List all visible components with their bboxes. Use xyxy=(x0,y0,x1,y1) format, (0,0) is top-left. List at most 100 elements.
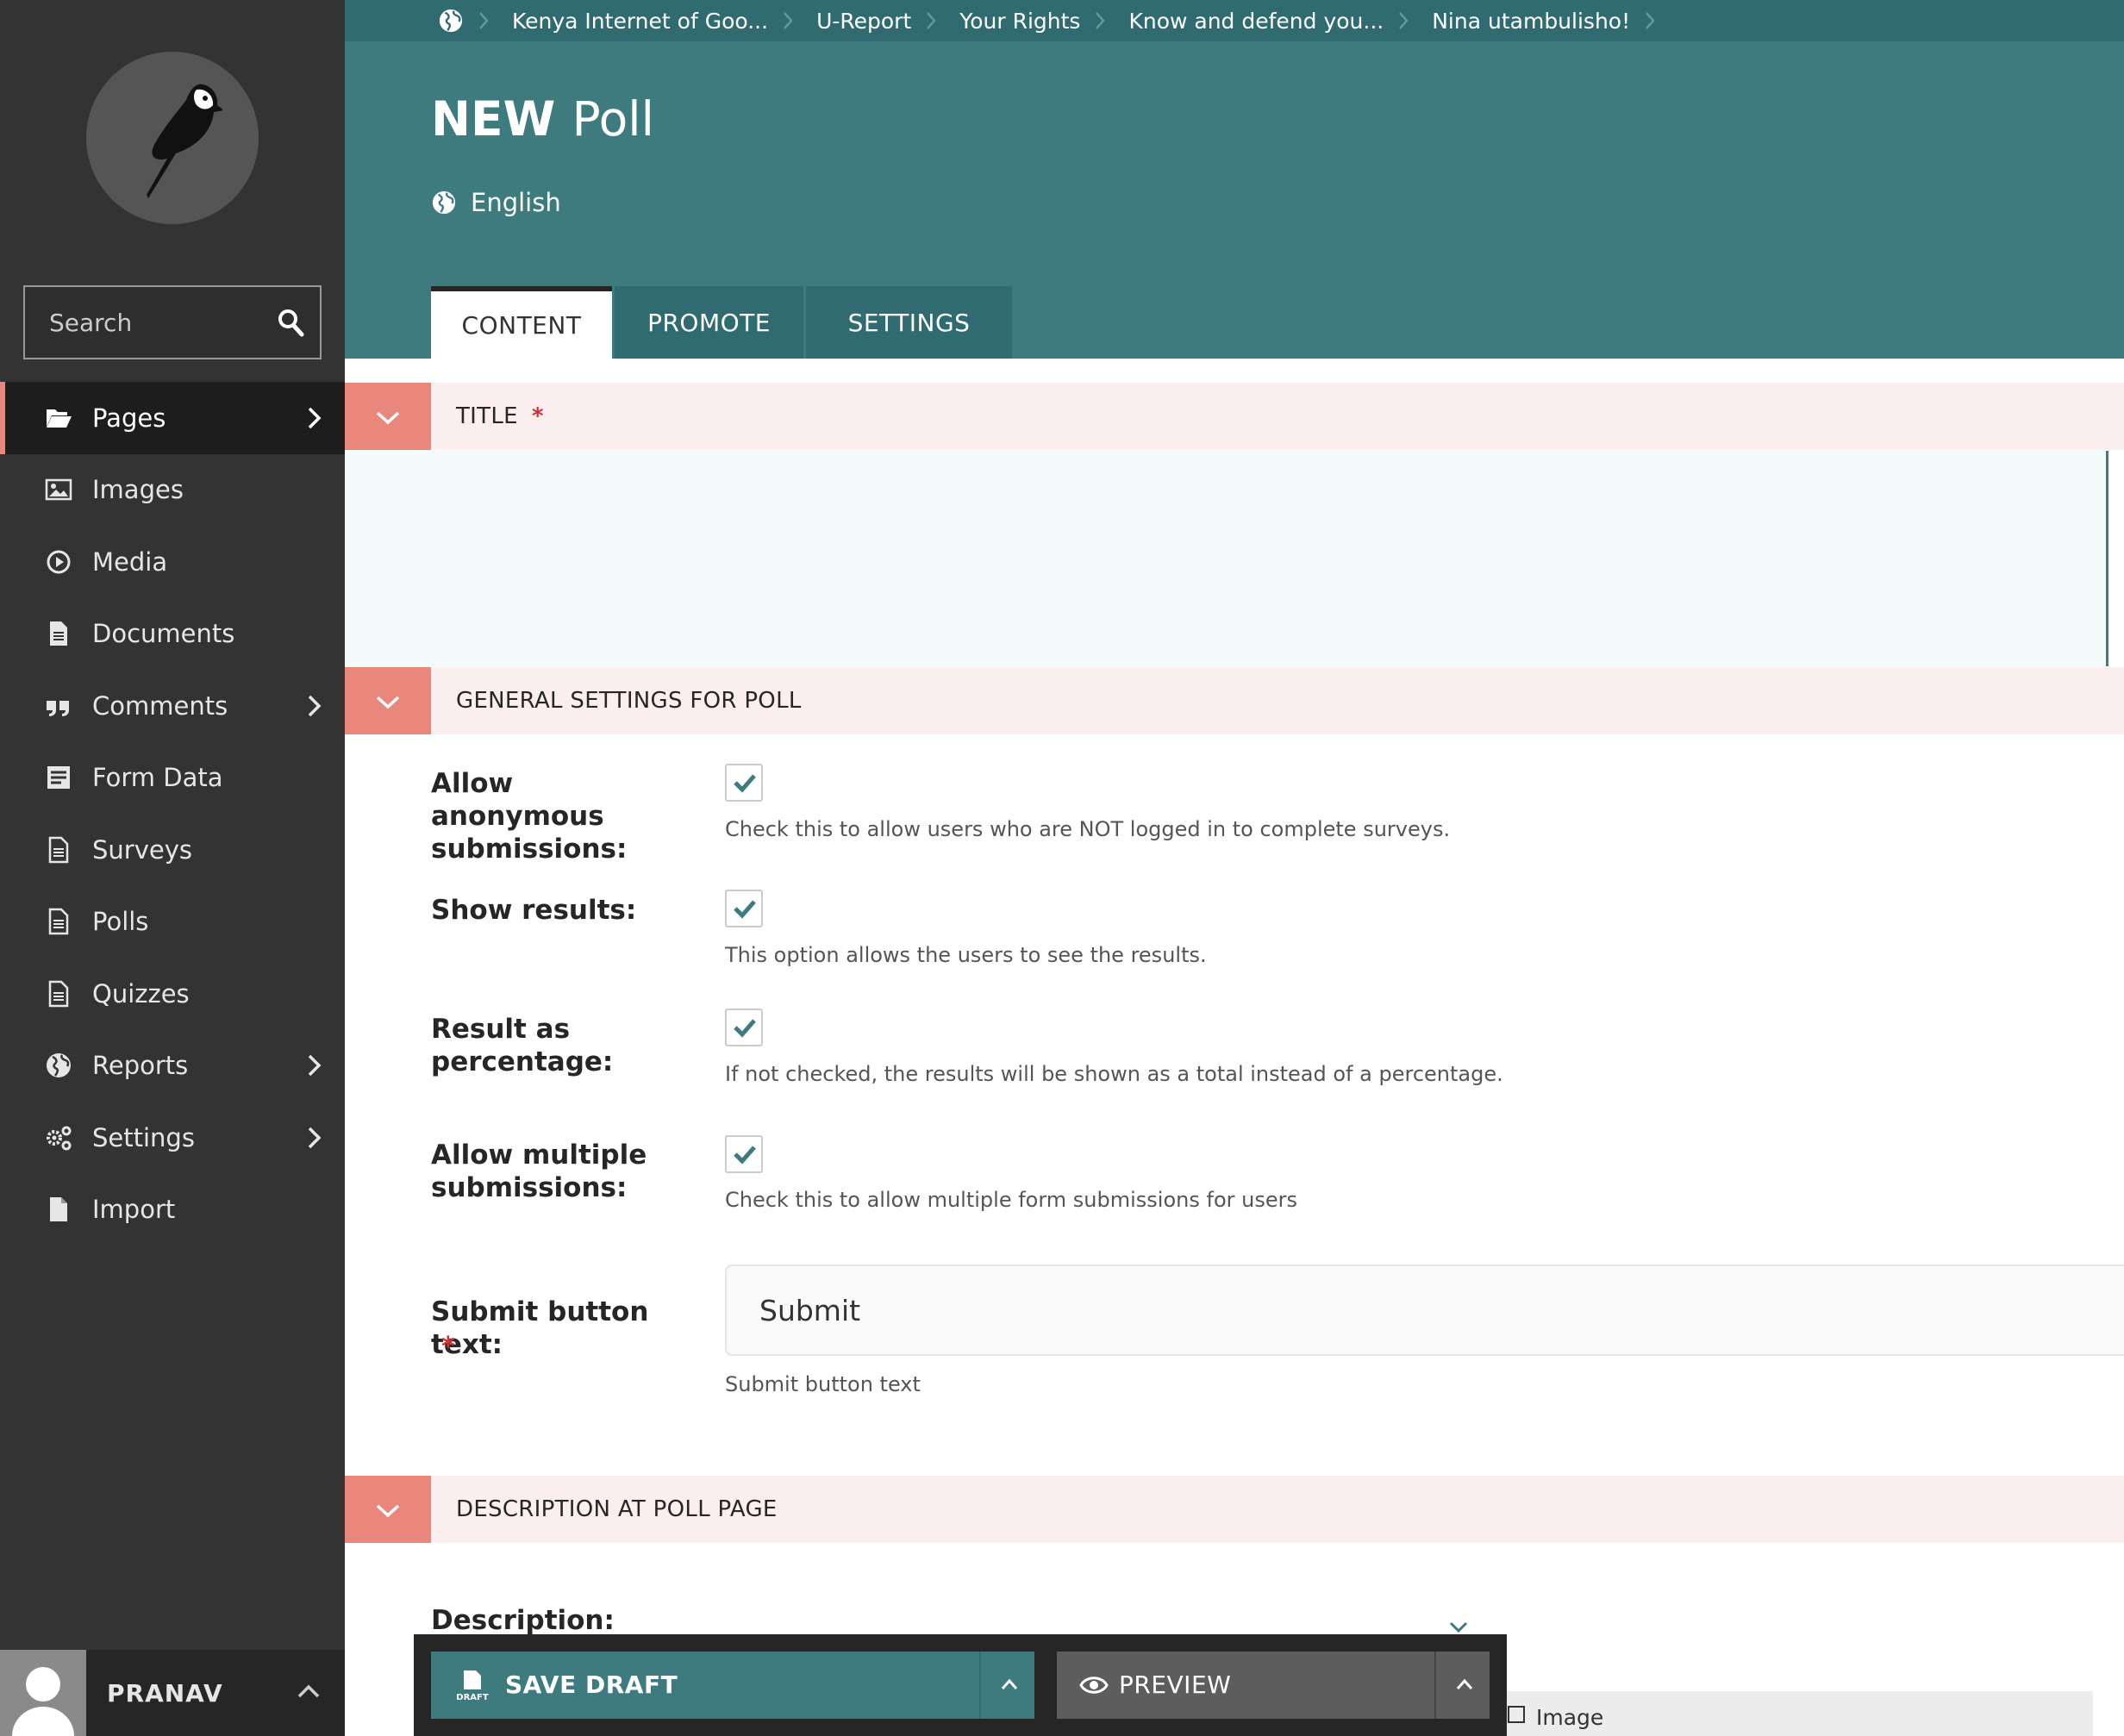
save-draft-button[interactable]: DRAFT SAVE DRAFT xyxy=(431,1652,979,1719)
anonymous-help: Check this to allow users who are NOT lo… xyxy=(725,817,1451,841)
panel-label: DESCRIPTION AT POLL PAGE xyxy=(456,1496,778,1522)
title-field xyxy=(345,451,2108,666)
form-icon xyxy=(47,766,70,790)
breadcrumb: Kenya Internet of Goo... U-Report Your R… xyxy=(345,0,2124,41)
required-marker: * xyxy=(531,403,544,429)
panel-toggle-button[interactable] xyxy=(345,383,431,450)
folder-open-icon xyxy=(47,409,72,428)
search-icon[interactable] xyxy=(277,308,304,337)
wagtail-logo[interactable] xyxy=(86,52,259,224)
show-results-checkbox[interactable] xyxy=(725,890,763,927)
sidebar-item-label: Pages xyxy=(92,403,166,433)
sidebar-item-surveys[interactable]: Surveys xyxy=(0,814,345,886)
chevron-right-icon xyxy=(784,12,793,29)
sidebar-item-label: Media xyxy=(92,546,168,577)
chevron-up-icon[interactable] xyxy=(297,1683,321,1700)
locale-indicator: English xyxy=(431,188,561,217)
tab-promote[interactable]: PROMOTE xyxy=(615,286,803,359)
image-icon xyxy=(45,479,72,501)
panel-toggle-button[interactable] xyxy=(345,667,431,734)
avatar xyxy=(0,1650,86,1736)
chevron-right-icon xyxy=(308,1127,322,1148)
sidebar-item-label: Quizzes xyxy=(92,978,190,1009)
sidebar-item-label: Surveys xyxy=(92,834,192,865)
panel-general-header: GENERAL SETTINGS FOR POLL xyxy=(345,667,2124,734)
anonymous-checkbox[interactable] xyxy=(725,764,763,802)
breadcrumb-item[interactable]: U-Report xyxy=(816,0,959,41)
sidebar-item-polls[interactable]: Polls xyxy=(0,886,345,959)
tab-content[interactable]: CONTENT xyxy=(431,286,612,359)
sidebar-item-quizzes[interactable]: Quizzes xyxy=(0,958,345,1030)
breadcrumb-item[interactable]: Your Rights xyxy=(959,0,1128,41)
sidebar-item-import[interactable]: Import xyxy=(0,1174,345,1246)
tab-bar: CONTENT PROMOTE SETTINGS xyxy=(431,286,1015,359)
sidebar-item-media[interactable]: Media xyxy=(0,526,345,598)
chevron-right-icon xyxy=(927,12,936,29)
title-input[interactable] xyxy=(345,451,2106,666)
quote-icon xyxy=(47,700,69,716)
main-menu: Pages Images Media Documents Comments Fo… xyxy=(0,382,345,1246)
chevron-down-icon xyxy=(376,1504,400,1518)
breadcrumb-label: Nina utambulisho! xyxy=(1432,8,1631,34)
breadcrumb-label: Know and defend you... xyxy=(1128,8,1384,34)
breadcrumb-home[interactable] xyxy=(345,0,512,41)
panel-toggle-button[interactable] xyxy=(345,1476,431,1543)
page-title-bold: NEW xyxy=(431,91,556,147)
percentage-help: If not checked, the results will be show… xyxy=(725,1062,1503,1086)
account-menu[interactable]: PRANAV xyxy=(0,1650,345,1736)
collapse-icon[interactable] xyxy=(1448,1620,1469,1634)
search-input[interactable] xyxy=(25,287,266,358)
preview-more-button[interactable] xyxy=(1434,1652,1490,1719)
page-header: Kenya Internet of Goo... U-Report Your R… xyxy=(345,0,2124,359)
checkmark-icon xyxy=(734,1019,756,1038)
sidebar-item-settings[interactable]: Settings xyxy=(0,1102,345,1174)
sidebar-item-form-data[interactable]: Form Data xyxy=(0,742,345,815)
breadcrumb-item[interactable]: Know and defend you... xyxy=(1128,0,1432,41)
save-more-button[interactable] xyxy=(979,1652,1034,1719)
sidebar-item-label: Reports xyxy=(92,1051,189,1081)
percentage-label: Result as percentage: xyxy=(431,1014,614,1077)
panel-title-header: TITLE * xyxy=(345,383,2124,450)
doc-outline-icon xyxy=(48,909,69,935)
preview-button[interactable]: PREVIEW xyxy=(1057,1652,1434,1719)
globe-icon xyxy=(47,1053,71,1078)
rich-text-image-button[interactable]: Image xyxy=(1507,1691,2093,1736)
chevron-up-icon xyxy=(1001,1678,1018,1689)
sidebar-item-label: Import xyxy=(92,1195,176,1225)
breadcrumb-label: Kenya Internet of Goo... xyxy=(512,8,769,34)
submit-text-input[interactable] xyxy=(725,1265,2124,1356)
sidebar-item-label: Settings xyxy=(92,1122,195,1152)
percentage-checkbox[interactable] xyxy=(725,1009,763,1046)
show-results-label: Show results: xyxy=(431,895,637,926)
sidebar-item-images[interactable]: Images xyxy=(0,454,345,527)
draft-icon: DRAFT xyxy=(456,1670,489,1702)
breadcrumb-item[interactable]: Nina utambulisho! xyxy=(1432,0,1678,41)
chevron-right-icon xyxy=(1646,12,1655,29)
tab-settings[interactable]: SETTINGS xyxy=(806,286,1012,359)
globe-icon xyxy=(439,9,463,33)
sidebar-item-label: Polls xyxy=(92,907,149,937)
user-avatar-icon xyxy=(0,1650,86,1736)
page-title: NEW Poll xyxy=(431,91,654,147)
chevron-right-icon xyxy=(308,407,322,428)
action-bar: DRAFT SAVE DRAFT PREVIEW xyxy=(414,1634,1507,1736)
sidebar: Pages Images Media Documents Comments Fo… xyxy=(0,0,345,1736)
chevron-down-icon xyxy=(376,411,400,425)
eye-icon xyxy=(1079,1677,1109,1694)
draft-icon-text: DRAFT xyxy=(456,1693,489,1702)
media-play-icon xyxy=(47,550,71,574)
multiple-checkbox[interactable] xyxy=(725,1135,763,1173)
bird-logo-icon xyxy=(147,84,222,198)
panel-label: TITLE * xyxy=(456,403,544,429)
sidebar-item-pages[interactable]: Pages xyxy=(0,382,345,454)
sidebar-item-reports[interactable]: Reports xyxy=(0,1030,345,1102)
file-icon xyxy=(50,1197,67,1222)
sidebar-item-comments[interactable]: Comments xyxy=(0,670,345,742)
doc-outline-icon xyxy=(48,836,69,863)
breadcrumb-item[interactable]: Kenya Internet of Goo... xyxy=(512,0,816,41)
multiple-label: Allow multiple submissions: xyxy=(431,1140,647,1203)
submit-text-help: Submit button text xyxy=(725,1372,921,1396)
sidebar-item-label: Images xyxy=(92,475,184,505)
sidebar-item-documents[interactable]: Documents xyxy=(0,598,345,671)
chevron-right-icon xyxy=(1096,12,1106,29)
